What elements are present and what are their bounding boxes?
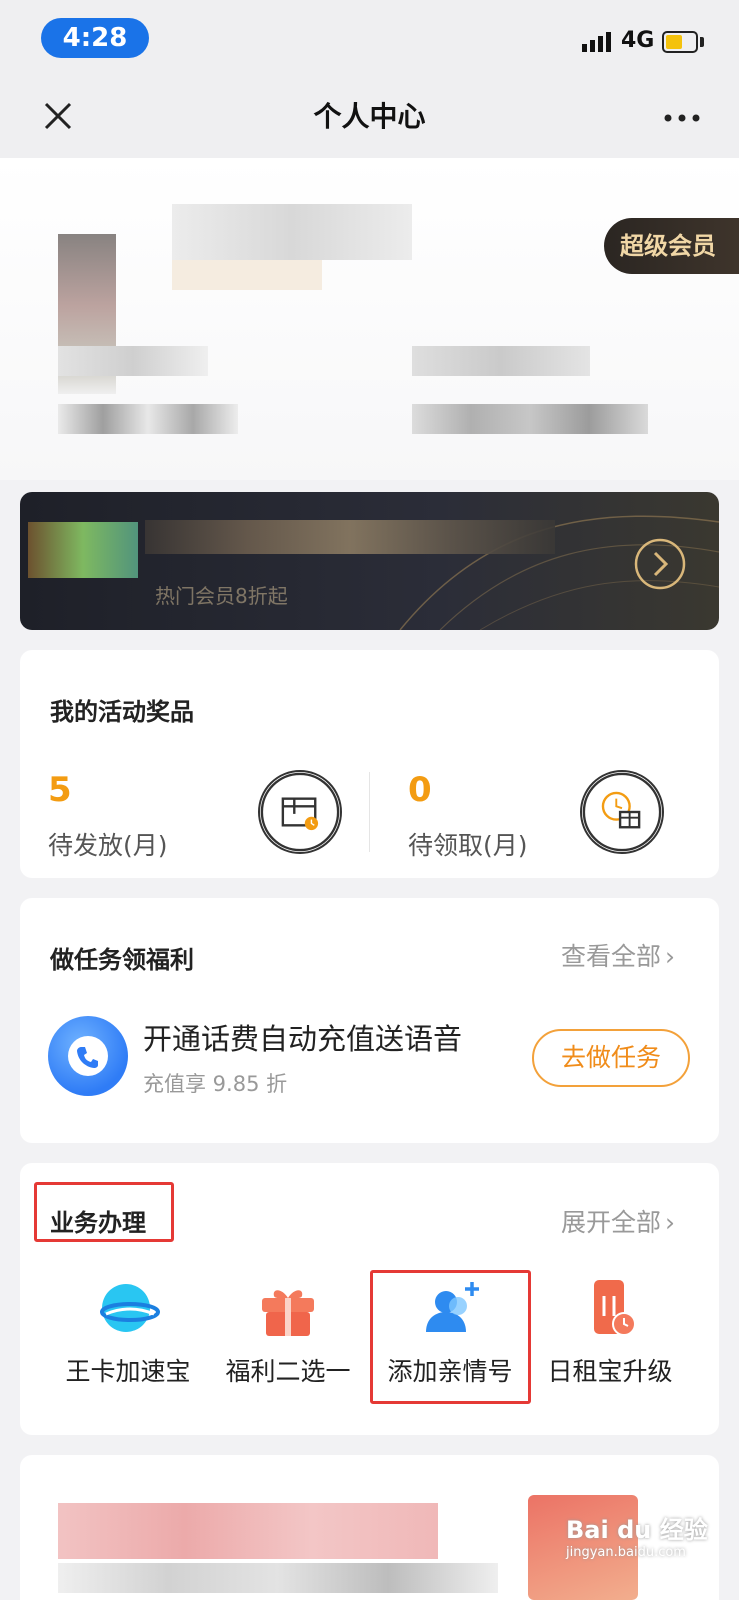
service-label: 添加亲情号 [387,1357,513,1386]
battery-icon [662,31,698,53]
expand-all-link[interactable]: 展开全部 › [561,1203,675,1239]
more-icon[interactable] [660,104,704,132]
pending-send-label: 待发放(月) [48,831,168,860]
profile-stat-blur-2 [58,404,238,434]
view-all-label: 查看全部 [561,942,662,971]
chevron-right-icon: › [665,1208,676,1237]
profile-stat-blur-4 [412,404,648,434]
phone-clock-icon [594,1280,636,1336]
banner-text-blur [145,520,555,554]
promo-sub-blur [58,1563,498,1593]
service-add-family-number[interactable]: 添加亲情号 [375,1278,525,1388]
task-subtitle: 充值享 9.85 折 [143,1072,288,1096]
battery-tip [700,37,704,47]
service-label: 日租宝升级 [547,1357,673,1386]
watermark-url: jingyan.baidu.com [566,1545,686,1560]
speed-planet-icon [100,1284,160,1332]
service-daily-rent-upgrade[interactable]: 日租宝升级 [535,1278,685,1388]
page-title: 个人中心 [313,100,426,133]
view-all-link[interactable]: 查看全部 › [561,937,675,973]
status-time: 4:28 [41,18,149,58]
super-member-badge[interactable]: 超级会员 [604,218,739,274]
gift-box-icon [262,1290,314,1336]
package-clock-icon[interactable] [258,770,342,854]
pending-send-count[interactable]: 5 [48,770,72,810]
tasks-title: 做任务领福利 [50,946,194,974]
pending-claim-count[interactable]: 0 [408,770,432,810]
profile-stat-blur-3 [412,346,590,376]
banner-subtitle: 热门会员8折起 [155,584,288,608]
service-speed-boost[interactable]: 王卡加速宝 [53,1278,203,1388]
service-label: 福利二选一 [225,1357,351,1386]
prizes-title: 我的活动奖品 [50,698,194,726]
gift-clock-icon[interactable] [580,770,664,854]
expand-all-label: 展开全部 [561,1208,662,1237]
service-welfare-choice[interactable]: 福利二选一 [213,1278,363,1388]
chevron-right-icon: › [665,942,676,971]
do-task-button[interactable]: 去做任务 [532,1029,690,1087]
watermark-brand: Bai du 经验 [566,1516,708,1544]
network-type: 4G [621,28,655,53]
phone-call-icon [48,1016,128,1096]
banner-logo-blur [28,522,138,578]
services-title: 业务办理 [50,1209,146,1237]
profile-name-blur [172,204,412,260]
add-contact-icon [426,1282,479,1332]
prizes-divider [369,772,370,852]
signal-icon [582,32,611,52]
task-title: 开通话费自动充值送语音 [143,1022,463,1056]
member-banner[interactable] [20,492,719,630]
profile-stat-blur-1 [58,346,208,376]
baidu-watermark: Bai du 经验 jingyan.baidu.com [566,1510,736,1595]
service-label: 王卡加速宝 [65,1357,191,1386]
promo-text-blur [58,1503,438,1559]
chevron-right-circle-icon[interactable] [634,538,686,590]
profile-sub-blur [172,260,322,290]
profile-section [0,158,739,480]
pending-claim-label: 待领取(月) [408,831,528,860]
